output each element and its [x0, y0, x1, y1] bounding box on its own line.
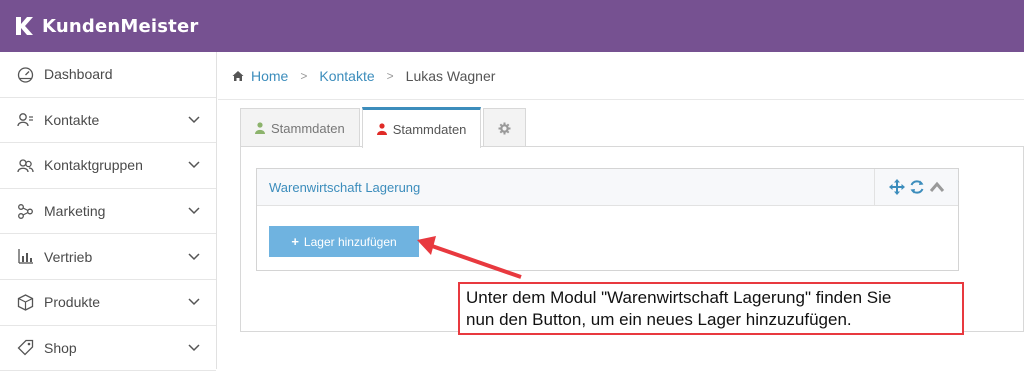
bar-chart-icon — [16, 248, 34, 266]
gauge-icon — [16, 65, 34, 83]
breadcrumb-contacts-link[interactable]: Kontakte — [319, 68, 374, 84]
user-icon — [255, 122, 265, 134]
user-icon — [376, 123, 387, 135]
box-icon — [16, 293, 34, 311]
refresh-icon[interactable] — [909, 179, 925, 195]
chevron-down-icon[interactable] — [188, 206, 200, 216]
move-icon[interactable] — [888, 179, 905, 195]
sidebar-item-vertrieb[interactable]: Vertrieb — [0, 234, 216, 280]
sidebar: Dashboard Kontakte Kontaktgruppen Market… — [0, 52, 217, 371]
tab-label: Stammdaten — [271, 120, 345, 136]
gear-icon — [498, 122, 511, 134]
tab-bar: Stammdaten Stammdaten — [240, 107, 528, 148]
sidebar-item-kontakte[interactable]: Kontakte — [0, 98, 216, 144]
breadcrumb-separator: > — [386, 68, 394, 83]
sidebar-item-shop[interactable]: Shop — [0, 326, 216, 371]
contacts-icon — [16, 111, 34, 129]
chevron-up-icon[interactable] — [929, 181, 945, 193]
tab-stammdaten-1[interactable]: Stammdaten — [240, 108, 360, 147]
sidebar-item-label: Vertrieb — [44, 248, 93, 265]
sidebar-item-label: Marketing — [44, 203, 106, 220]
tab-settings[interactable] — [483, 108, 527, 147]
annotation-callout: Unter dem Modul "Warenwirtschaft Lagerun… — [458, 282, 964, 335]
brand-name[interactable]: KundenMeister — [42, 16, 198, 37]
sidebar-item-label: Kontakte — [44, 111, 100, 128]
tab-stammdaten-2[interactable]: Stammdaten — [361, 107, 482, 148]
chevron-down-icon[interactable] — [188, 343, 200, 353]
sidebar-item-produkte[interactable]: Produkte — [0, 280, 216, 326]
add-warehouse-button[interactable]: + Lager hinzufügen — [269, 226, 419, 257]
chevron-down-icon[interactable] — [188, 297, 200, 307]
plus-icon: + — [291, 234, 299, 249]
top-bar: KundenMeister — [0, 0, 1024, 52]
chevron-down-icon[interactable] — [188, 160, 200, 170]
marketing-icon — [16, 202, 34, 220]
sidebar-item-kontaktgruppen[interactable]: Kontaktgruppen — [0, 143, 216, 189]
logo-icon[interactable] — [14, 15, 34, 37]
tag-icon — [16, 339, 34, 357]
callout-line-1: Unter dem Modul "Warenwirtschaft Lagerun… — [466, 288, 892, 307]
sidebar-item-dashboard[interactable]: Dashboard — [0, 52, 216, 98]
home-icon — [232, 70, 244, 81]
panel-tools — [874, 169, 958, 205]
breadcrumb-separator: > — [300, 68, 308, 83]
breadcrumb: Home > Kontakte > Lukas Wagner — [218, 52, 1024, 100]
breadcrumb-current: Lukas Wagner — [405, 67, 496, 84]
chevron-down-icon[interactable] — [188, 115, 200, 125]
add-warehouse-label: Lager hinzufügen — [303, 234, 397, 249]
chevron-down-icon[interactable] — [188, 252, 200, 262]
callout-line-2: nun den Button, um ein neues Lager hinzu… — [466, 310, 852, 329]
group-icon — [16, 156, 34, 174]
panel-header: Warenwirtschaft Lagerung — [257, 169, 958, 206]
sidebar-item-label: Produkte — [44, 294, 101, 311]
sidebar-item-label: Dashboard — [44, 66, 113, 83]
sidebar-item-marketing[interactable]: Marketing — [0, 189, 216, 235]
panel-title: Warenwirtschaft Lagerung — [269, 179, 421, 195]
warehouse-panel: Warenwirtschaft Lagerung + Lager hinzufü… — [256, 168, 959, 271]
sidebar-item-label: Kontaktgruppen — [44, 157, 143, 174]
breadcrumb-home-link[interactable]: Home — [251, 68, 288, 84]
sidebar-item-label: Shop — [44, 339, 77, 356]
tab-label: Stammdaten — [392, 121, 467, 137]
